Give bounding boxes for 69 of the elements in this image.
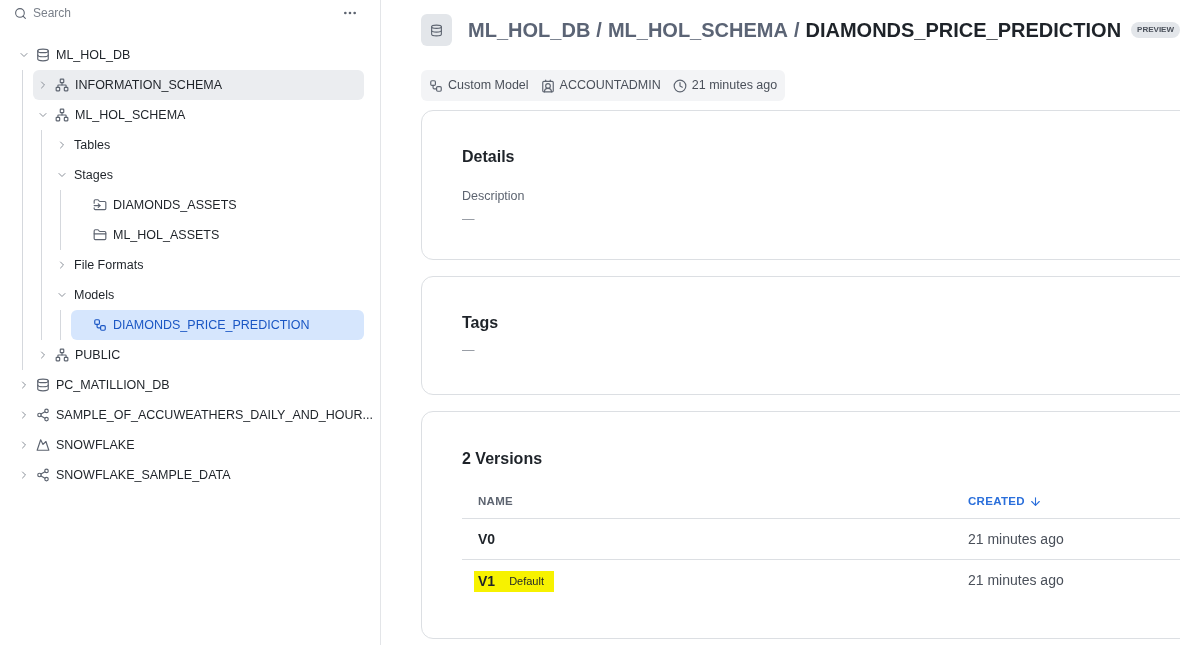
- stage-icon: [93, 198, 107, 212]
- shared-database-icon: [36, 468, 50, 482]
- tree-item[interactable]: PUBLIC: [33, 340, 364, 370]
- tree-item[interactable]: Tables: [52, 130, 364, 160]
- tree-item[interactable]: ML_HOL_SCHEMA: [33, 100, 364, 130]
- tree-label: ML_HOL_SCHEMA: [75, 106, 186, 124]
- meta-text: Custom Model: [448, 77, 529, 95]
- preview-badge: PREVIEW: [1131, 22, 1180, 38]
- card-title: Details: [462, 147, 516, 167]
- tree-item[interactable]: DIAMONDS_PRICE_PREDICTION: [71, 310, 364, 340]
- tree-label: DIAMONDS_PRICE_PREDICTION: [113, 316, 310, 334]
- model-icon: [429, 78, 443, 93]
- tree-item[interactable]: Models: [52, 280, 364, 310]
- database-icon: [430, 23, 444, 37]
- tree-label: ML_HOL_DB: [56, 46, 131, 64]
- tree-label: INFORMATION_SCHEMA: [75, 76, 222, 94]
- card-title: Tags: [462, 313, 500, 333]
- sort-arrow-icon: [1028, 494, 1042, 508]
- clock-icon: [672, 78, 687, 93]
- breadcrumb-separator: /: [596, 18, 602, 43]
- card-title: 2 Versions: [462, 449, 544, 469]
- created-time: 21 minutes ago: [968, 529, 1064, 549]
- app-icon: [36, 438, 50, 452]
- tree-label: Tables: [74, 136, 111, 154]
- field-label: Description: [462, 188, 526, 205]
- tree-label: PUBLIC: [75, 346, 121, 364]
- model-icon: [93, 318, 107, 332]
- tree-label: ML_HOL_ASSETS: [113, 226, 220, 244]
- tree-item[interactable]: ML_HOL_DB: [14, 40, 364, 70]
- field-value: —: [462, 210, 476, 228]
- database-icon: [36, 48, 50, 62]
- tree-label: SNOWFLAKE: [56, 436, 135, 454]
- search-field[interactable]: Search: [33, 4, 233, 22]
- created-time: 21 minutes ago: [968, 571, 1064, 590]
- tree-item[interactable]: File Formats: [52, 250, 364, 280]
- default-label: Default: [508, 573, 545, 589]
- tree-label: Models: [74, 286, 115, 304]
- breadcrumb-separator: /: [793, 18, 800, 43]
- tree-label: SAMPLE_OF_ACCUWEATHERS_DAILY_AND_HOUR...: [56, 406, 373, 424]
- column-header[interactable]: CREATED: [968, 492, 1042, 510]
- schema-icon: [55, 78, 69, 92]
- tree-item[interactable]: INFORMATION_SCHEMA: [33, 70, 364, 100]
- tree-label: PC_MATILLION_DB: [56, 376, 170, 394]
- tree-label: Stages: [74, 166, 113, 184]
- tree-label: File Formats: [74, 256, 144, 274]
- search-icon: [14, 6, 27, 20]
- column-header[interactable]: NAME: [478, 492, 513, 510]
- meta-text: ACCOUNTADMIN: [559, 77, 661, 95]
- schema-icon: [55, 348, 69, 362]
- stage-icon: [93, 228, 107, 242]
- breadcrumb-link[interactable]: ML_HOL_DB: [468, 15, 591, 45]
- tags-value: —: [462, 342, 476, 359]
- database-icon: [36, 378, 50, 392]
- tree-label: SNOWFLAKE_SAMPLE_DATA: [56, 466, 231, 484]
- tree-item[interactable]: ML_HOL_ASSETS: [71, 220, 364, 250]
- tree-item[interactable]: SNOWFLAKE: [14, 430, 364, 460]
- tree-item[interactable]: DIAMONDS_ASSETS: [71, 190, 364, 220]
- tree-item[interactable]: Stages: [52, 160, 364, 190]
- user-badge-icon: [540, 78, 555, 93]
- breadcrumb-link[interactable]: ML_HOL_SCHEMA: [607, 15, 788, 45]
- shared-database-icon: [36, 408, 50, 422]
- version-name: V1 Default: [474, 570, 554, 592]
- version-name: V0: [478, 530, 496, 549]
- tree-item[interactable]: PC_MATILLION_DB: [14, 370, 364, 400]
- tree-item[interactable]: SNOWFLAKE_SAMPLE_DATA: [14, 460, 364, 490]
- meta-text: 21 minutes ago: [691, 77, 778, 95]
- page-title: DIAMONDS_PRICE_PREDICTION: [805, 18, 1122, 43]
- tree-label: DIAMONDS_ASSETS: [113, 196, 237, 214]
- schema-icon: [55, 108, 69, 122]
